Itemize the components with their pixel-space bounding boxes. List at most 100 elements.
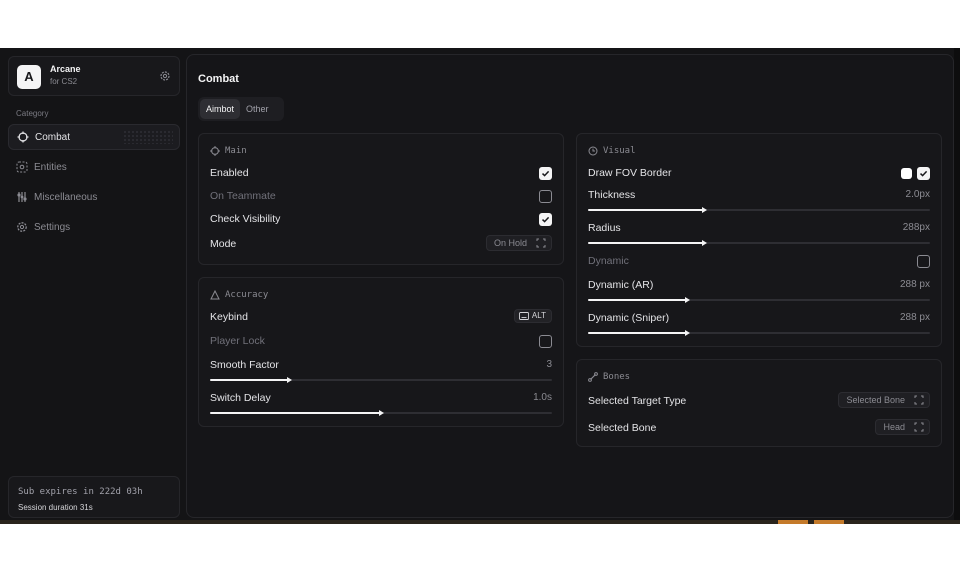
card-title: Accuracy — [225, 290, 269, 300]
dynamic-ar-slider[interactable] — [588, 297, 930, 303]
thickness-row: Thickness 2.0px — [588, 188, 930, 204]
card-title: Bones — [603, 372, 631, 382]
fov-color-swatch[interactable] — [901, 168, 912, 179]
on-teammate-row: On Teammate — [210, 189, 552, 205]
sidebar-item-combat[interactable]: Combat — [8, 124, 180, 150]
slider-thumb[interactable] — [379, 410, 384, 416]
card-header: Accuracy — [210, 290, 268, 300]
slider-fill — [588, 332, 688, 334]
enabled-row: Enabled — [210, 166, 552, 182]
accuracy-card: Accuracy Keybind ALT Player Lock Smooth … — [198, 277, 564, 427]
draw-fov-border-row: Draw FOV Border — [588, 166, 930, 182]
keybind-value: ALT — [531, 311, 546, 320]
dynamic-ar-label: Dynamic (AR) — [588, 279, 654, 291]
card-header: Main — [210, 146, 247, 156]
on-teammate-checkbox[interactable] — [539, 190, 552, 203]
main-card: Main Enabled On Teammate Check Visibilit… — [198, 133, 564, 265]
bones-card: Bones Selected Target Type Selected Bone… — [576, 359, 942, 447]
sidebar-item-miscellaneous[interactable]: Miscellaneous — [8, 184, 180, 210]
select-icon — [914, 422, 924, 432]
mode-row: Mode On Hold — [210, 235, 552, 253]
slider-thumb[interactable] — [685, 297, 691, 303]
check-visibility-label: Check Visibility — [210, 213, 281, 225]
visual-card: Visual Draw FOV Border Thickness 2.0px R… — [576, 133, 942, 347]
background-artifact — [778, 520, 808, 524]
dynamic-sniper-slider[interactable] — [588, 330, 930, 336]
bone-row: Selected Bone Head — [588, 419, 930, 437]
crosshair-icon — [17, 131, 29, 143]
gear-icon[interactable] — [159, 70, 171, 82]
window-edge — [954, 48, 960, 524]
tab-aimbot[interactable]: Aimbot — [200, 99, 241, 119]
sidebar-item-label: Miscellaneous — [34, 191, 98, 203]
enabled-checkbox[interactable] — [539, 167, 552, 180]
slider-fill — [210, 412, 381, 414]
background-artifact — [814, 520, 844, 524]
mode-label: Mode — [210, 238, 237, 250]
mode-select[interactable]: On Hold — [485, 235, 552, 251]
main-panel: Combat Aimbot Other Main Enabled On Team… — [186, 54, 954, 518]
tab-bar: Aimbot Other — [198, 97, 284, 121]
slider-thumb[interactable] — [702, 240, 708, 246]
slider-thumb[interactable] — [286, 377, 292, 383]
smooth-factor-row: Smooth Factor 3 — [210, 358, 552, 374]
player-lock-row: Player Lock — [210, 334, 552, 350]
select-icon — [536, 238, 546, 248]
mode-value: On Hold — [493, 238, 527, 248]
brand-logo: A — [17, 65, 41, 89]
slider-thumb[interactable] — [702, 207, 708, 213]
target-type-select[interactable]: Selected Bone — [838, 392, 930, 408]
radius-label: Radius — [588, 222, 621, 234]
slider-fill — [588, 242, 705, 244]
triangle-ruler-icon — [210, 290, 220, 300]
enabled-label: Enabled — [210, 167, 249, 179]
sidebar-item-label: Combat — [35, 131, 71, 143]
card-header: Bones — [588, 372, 630, 382]
thickness-slider[interactable] — [588, 207, 930, 213]
draw-fov-border-checkbox[interactable] — [917, 167, 930, 180]
check-visibility-checkbox[interactable] — [539, 213, 552, 226]
keybind-row: Keybind ALT — [210, 309, 552, 326]
dynamic-checkbox[interactable] — [917, 255, 930, 268]
dynamic-sniper-row: Dynamic (Sniper) 288 px — [588, 311, 930, 327]
switch-delay-row: Switch Delay 1.0s — [210, 391, 552, 407]
page-title: Combat — [198, 73, 239, 85]
keybind-button[interactable]: ALT — [513, 309, 552, 323]
smooth-factor-label: Smooth Factor — [210, 359, 279, 371]
session-info: Sub expires in 222d 03h Session duration… — [8, 476, 180, 518]
bone-value: Head — [883, 422, 905, 432]
on-teammate-label: On Teammate — [210, 190, 276, 202]
session-duration: Session duration 31s — [18, 503, 93, 512]
sidebar-item-label: Entities — [34, 161, 67, 173]
thickness-value: 2.0px — [905, 189, 930, 200]
player-lock-checkbox[interactable] — [539, 335, 552, 348]
radius-slider[interactable] — [588, 240, 930, 246]
target-type-row: Selected Target Type Selected Bone — [588, 392, 930, 410]
slider-fill — [210, 379, 289, 381]
target-type-label: Selected Target Type — [588, 395, 687, 407]
sidebar-item-settings[interactable]: Settings — [8, 214, 180, 240]
slider-fill — [588, 299, 688, 301]
keyboard-icon — [518, 312, 529, 320]
switch-delay-label: Switch Delay — [210, 392, 271, 404]
crosshair-icon — [210, 146, 220, 156]
thickness-label: Thickness — [588, 189, 636, 201]
sidebar-item-entities[interactable]: Entities — [8, 154, 180, 180]
tab-other[interactable]: Other — [240, 99, 275, 119]
dynamic-sniper-value: 288 px — [899, 312, 930, 323]
dynamic-label: Dynamic — [588, 255, 629, 267]
bone-label: Selected Bone — [588, 422, 657, 434]
radius-value: 288px — [902, 222, 930, 233]
dynamic-ar-row: Dynamic (AR) 288 px — [588, 278, 930, 294]
brand-subtitle: for CS2 — [50, 77, 78, 86]
dynamic-sniper-label: Dynamic (Sniper) — [588, 312, 670, 324]
background-strip — [0, 520, 960, 524]
entities-icon — [16, 161, 28, 173]
switch-delay-slider[interactable] — [210, 410, 552, 416]
radius-row: Radius 288px — [588, 221, 930, 237]
smooth-factor-slider[interactable] — [210, 377, 552, 383]
player-lock-label: Player Lock — [210, 335, 265, 347]
bone-select[interactable]: Head — [875, 419, 930, 435]
sidebar-item-label: Settings — [34, 221, 71, 233]
slider-thumb[interactable] — [685, 330, 691, 336]
